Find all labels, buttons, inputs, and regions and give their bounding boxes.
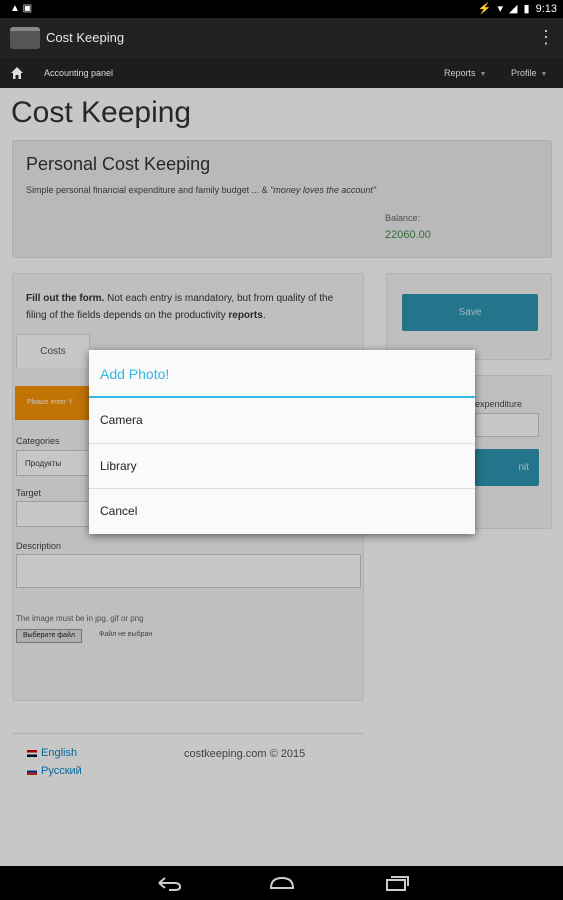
network-icon: ◢ xyxy=(509,3,518,15)
status-bar: ▲ ▣ ⚡ ▾ ◢ ▮ 9:13 xyxy=(0,0,563,18)
recents-icon[interactable] xyxy=(383,874,411,892)
nav-accounting-panel[interactable]: Accounting panel xyxy=(44,68,113,78)
navbar: Accounting panel Reports ▼ Profile ▼ xyxy=(0,58,563,88)
signal-icon: ⚡ xyxy=(477,3,492,15)
option-cancel[interactable]: Cancel xyxy=(89,488,475,533)
add-photo-dialog: Add Photo! Camera Library Cancel xyxy=(89,350,475,534)
briefcase-icon xyxy=(10,27,40,49)
back-icon[interactable] xyxy=(155,874,183,892)
app-title: Cost Keeping xyxy=(46,30,125,45)
home-nav-icon[interactable] xyxy=(268,874,296,892)
nav-profile-label: Profile xyxy=(511,68,537,78)
clock: 9:13 xyxy=(535,2,557,15)
option-library[interactable]: Library xyxy=(89,443,475,488)
caret-down-icon: ▼ xyxy=(540,71,548,78)
home-icon[interactable] xyxy=(10,66,24,80)
notification-icon: ▲ ▣ xyxy=(10,3,33,14)
battery-icon: ▮ xyxy=(523,3,530,15)
nav-reports-label: Reports xyxy=(444,68,476,78)
status-icons: ⚡ ▾ ◢ ▮ 9:13 xyxy=(477,2,557,16)
caret-down-icon: ▼ xyxy=(479,71,487,78)
action-bar: Cost Keeping ⋮ xyxy=(0,18,563,58)
system-nav-bar xyxy=(0,866,563,900)
wifi-icon: ▾ xyxy=(497,3,504,15)
nav-profile-dropdown[interactable]: Profile ▼ xyxy=(511,68,547,78)
nav-reports-dropdown[interactable]: Reports ▼ xyxy=(444,68,486,78)
dialog-title: Add Photo! xyxy=(100,366,170,382)
overflow-menu-icon[interactable]: ⋮ xyxy=(537,28,555,46)
option-camera[interactable]: Camera xyxy=(89,398,475,443)
